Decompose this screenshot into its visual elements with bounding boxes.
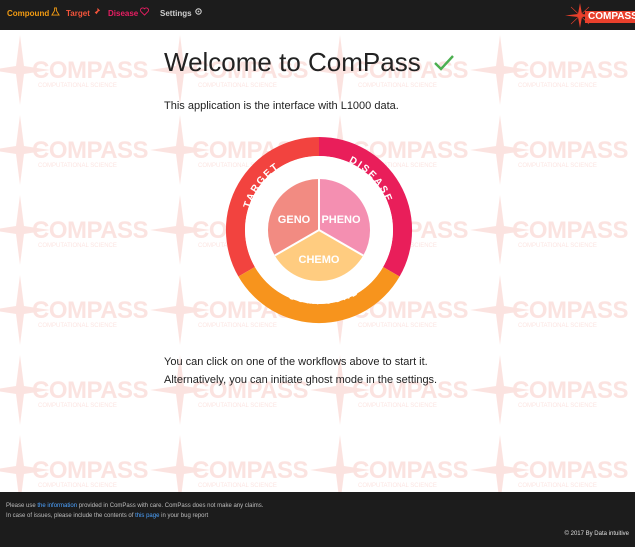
watermark-logo: COMPASSCOMPUTATIONAL SCIENCE [470,275,629,345]
watermark-logo: COMPASSCOMPUTATIONAL SCIENCE [150,435,309,492]
watermark-logo: COMPASSCOMPUTATIONAL SCIENCE [470,35,629,105]
heartbeat-icon [140,6,150,16]
footer-line-2: In case of issues, please include the co… [6,513,208,519]
nav-compound[interactable]: Compound [7,6,61,18]
this-page-link[interactable]: this page [135,513,159,519]
watermark-logo: COMPASSCOMPUTATIONAL SCIENCE [310,435,469,492]
checkmark-icon [433,54,454,71]
footer-text: In case of issues, please include the co… [6,513,136,519]
watermark-logo: COMPASSCOMPUTATIONAL SCIENCE [0,435,149,492]
brand-name: COMPASS [585,11,635,23]
label-chemo: CHEMO [299,254,340,266]
nav-compound-label: Compound [7,9,50,18]
nav-settings[interactable]: Settings [160,7,203,18]
nav-disease[interactable]: Disease [108,6,150,18]
nav-target-label: Target [66,9,90,18]
nav-disease-label: Disease [108,9,139,18]
nav-settings-label: Settings [160,9,192,18]
footer-line-1: Please use the information provided in C… [6,503,263,509]
instructions-line-2: Alternatively, you can initiate ghost mo… [164,374,438,386]
footer: Please use the information provided in C… [0,492,635,547]
watermark-logo: COMPASSCOMPUTATIONAL SCIENCE [0,115,149,185]
flask-icon [51,6,61,16]
watermark-logo: COMPASSCOMPUTATIONAL SCIENCE [470,115,629,185]
copyright: © 2017 By Data intuitive [564,531,629,537]
watermark-logo: COMPASSCOMPUTATIONAL SCIENCE [0,35,149,105]
workflow-wheel: GENO PHENO CHEMO TARGET DISEASE COMPOUND [225,136,413,324]
watermark-logo: COMPASSCOMPUTATIONAL SCIENCE [470,195,629,265]
footer-text: Please use [6,503,38,509]
label-pheno: PHENO [321,214,361,226]
gear-icon [194,7,202,15]
label-geno: GENO [278,214,311,226]
watermark-logo: COMPASSCOMPUTATIONAL SCIENCE [0,195,149,265]
title-text: Welcome to ComPass [164,47,421,77]
watermark-logo: COMPASSCOMPUTATIONAL SCIENCE [0,355,149,425]
watermark-logo: COMPASSCOMPUTATIONAL SCIENCE [470,435,629,492]
footer-text: provided in ComPass with care. ComPass d… [77,503,264,509]
page-title: Welcome to ComPass [164,47,455,78]
information-link[interactable]: the information [37,503,77,509]
instructions-text: You can click on one of the workflows ab… [164,353,437,389]
watermark-logo: COMPASSCOMPUTATIONAL SCIENCE [0,275,149,345]
watermark-logo: COMPASSCOMPUTATIONAL SCIENCE [470,355,629,425]
intro-text: This application is the interface with L… [164,100,399,112]
top-navigation-bar: Compound Target Disease Settings COMPASS [0,0,635,30]
instructions-line-1: You can click on one of the workflows ab… [164,356,428,368]
footer-text: in your bug report [159,513,209,519]
pin-icon [92,7,100,16]
compass-logo[interactable]: COMPASS [563,3,635,28]
nav-target[interactable]: Target [66,7,101,18]
